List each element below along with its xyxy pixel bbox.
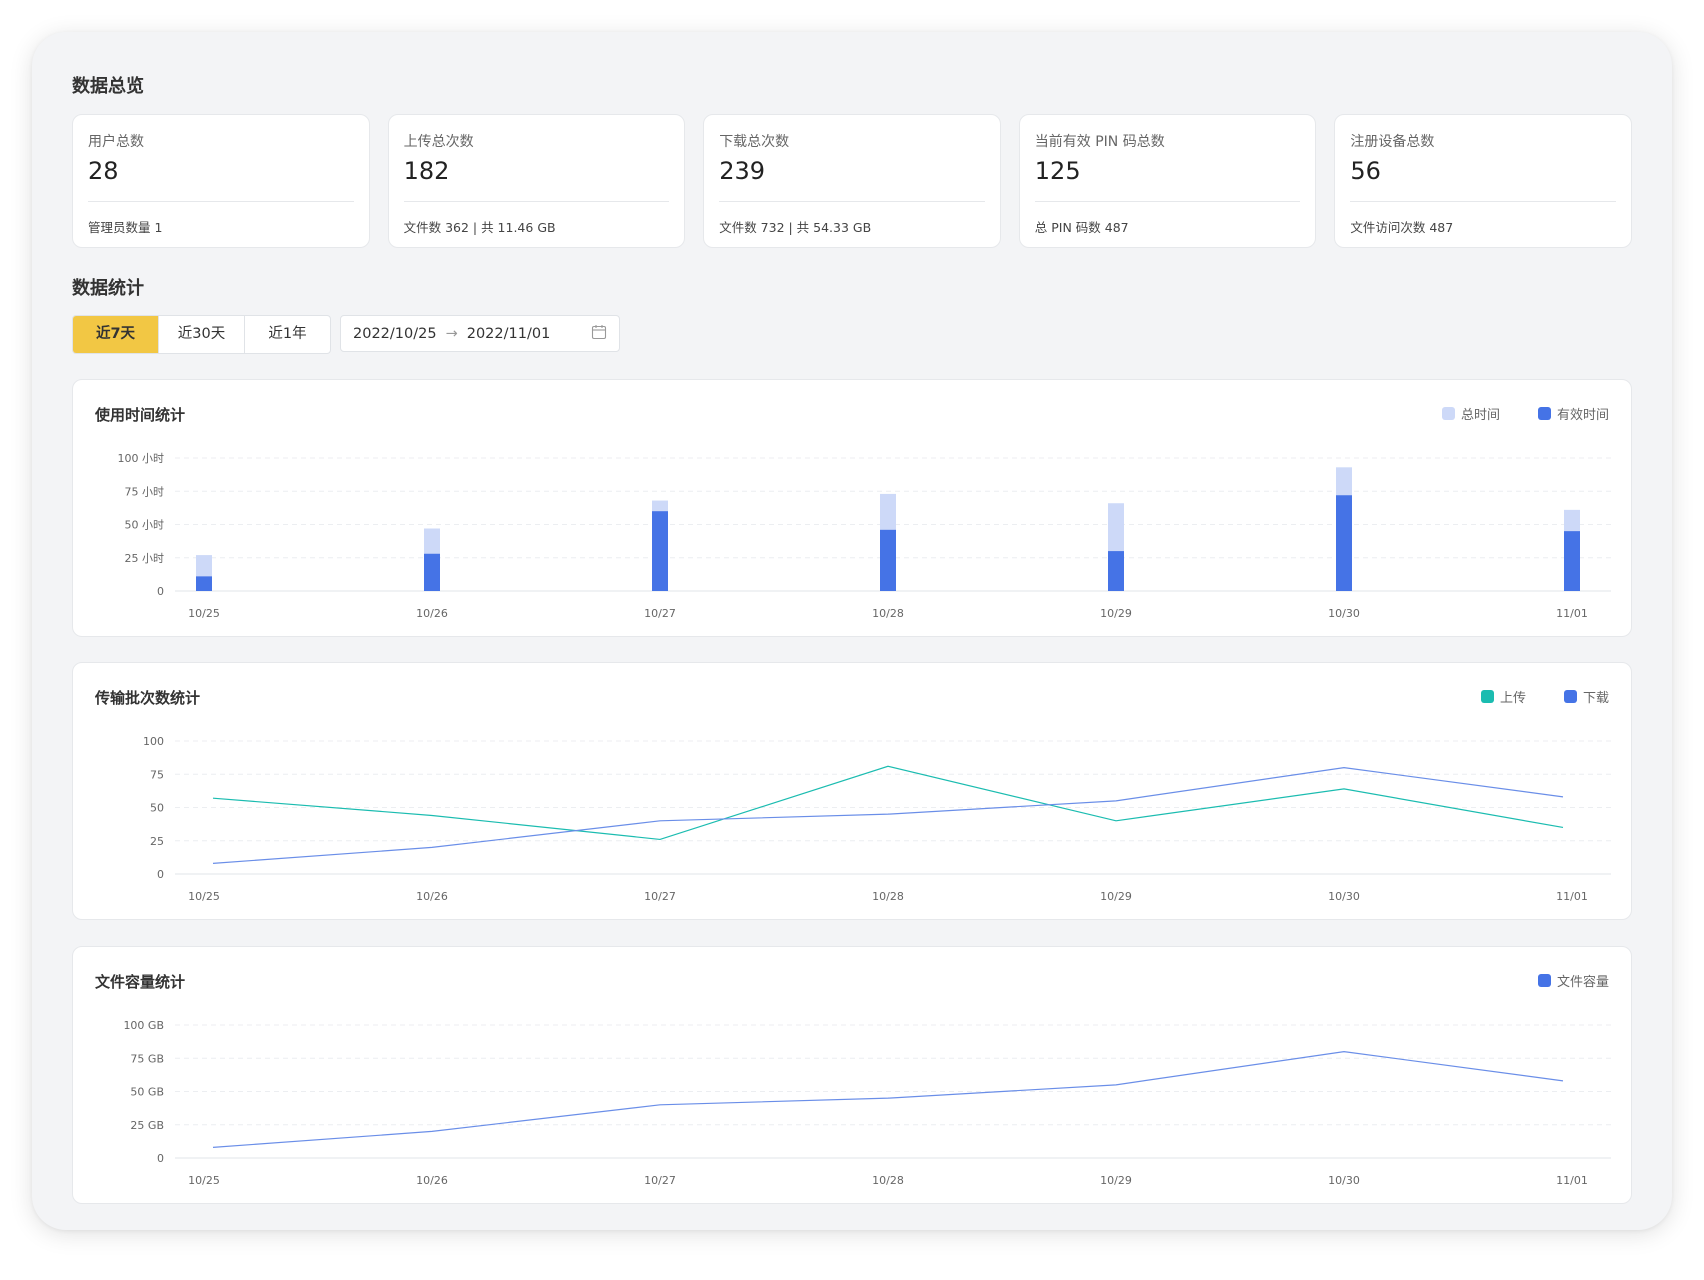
- x-tick-label: 10/30: [1328, 1174, 1360, 1187]
- y-tick-label: 75 小时: [125, 485, 165, 498]
- y-tick-label: 50 GB: [130, 1086, 164, 1099]
- y-tick-label: 0: [157, 585, 164, 598]
- divider: [719, 201, 985, 202]
- file-capacity-chart-panel: 文件容量统计 文件容量 0 25 GB 50 GB 75 GB 100 GB 10/25 1…: [72, 946, 1632, 1204]
- range-segmented-control: 近7天 近30天 近1年: [72, 315, 331, 354]
- stat-label: 用户总数: [88, 134, 144, 150]
- calendar-icon[interactable]: [591, 324, 607, 344]
- range-30-days-button[interactable]: 近30天: [159, 316, 245, 353]
- bar-effective-time[interactable]: [652, 511, 668, 591]
- stat-value: 56: [1350, 157, 1381, 185]
- bar-effective-time[interactable]: [880, 529, 896, 591]
- stat-value: 182: [403, 157, 450, 185]
- stat-footnote: 文件访问次数 487: [1350, 220, 1454, 235]
- overview-title: 数据总览: [72, 76, 144, 97]
- transfer-batch-chart-panel: 传输批次数统计 上传 下载 0 25 50 75 100 10/25 10/26 10/27 1…: [72, 662, 1632, 920]
- stat-footnote: 文件数 732 | 共 54.33 GB: [719, 220, 872, 235]
- y-tick-label: 25 GB: [130, 1119, 164, 1132]
- stat-footnote: 文件数 362 | 共 11.46 GB: [403, 220, 556, 235]
- x-tick-label: 11/01: [1556, 1174, 1588, 1187]
- date-range-picker[interactable]: 2022/10/25 → 2022/11/01: [340, 315, 620, 352]
- stat-card-devices: 注册设备总数 56 文件访问次数 487: [1334, 114, 1632, 248]
- x-tick-label: 10/25: [188, 1174, 220, 1187]
- usage-time-bar-chart: 0 25 小时 50 小时 75 小时 100 小时 10/25 10/26 10/27 10/…: [118, 452, 1611, 620]
- x-tick-label: 10/27: [644, 890, 676, 903]
- x-tick-label: 11/01: [1556, 607, 1588, 620]
- x-tick-label: 10/30: [1328, 607, 1360, 620]
- stat-card-downloads: 下载总次数 239 文件数 732 | 共 54.33 GB: [703, 114, 1001, 248]
- range-7-days-button[interactable]: 近7天: [73, 316, 159, 353]
- x-tick-label: 10/26: [416, 890, 448, 903]
- date-arrow-icon: →: [445, 325, 458, 342]
- stat-value: 239: [719, 157, 765, 185]
- series-line[interactable]: [212, 766, 1564, 864]
- transfer-batch-line-chart: 0 25 50 75 100 10/25 10/26 10/27 10/28 10/29 10/30…: [143, 735, 1611, 903]
- bar-effective-time[interactable]: [196, 576, 212, 591]
- date-end[interactable]: 2022/11/01: [467, 326, 551, 342]
- x-tick-label: 10/26: [416, 1174, 448, 1187]
- bar-effective-time[interactable]: [1108, 551, 1124, 591]
- stat-footnote: 总 PIN 码数 487: [1034, 220, 1129, 235]
- bar-effective-time[interactable]: [424, 553, 440, 591]
- y-tick-label: 100 GB: [123, 1019, 164, 1032]
- stat-label: 当前有效 PIN 码总数: [1034, 134, 1165, 150]
- date-start[interactable]: 2022/10/25: [353, 326, 437, 342]
- x-tick-label: 10/27: [644, 607, 676, 620]
- x-tick-label: 11/01: [1556, 890, 1588, 903]
- x-tick-label: 10/28: [872, 607, 904, 620]
- y-tick-label: 75: [150, 768, 164, 781]
- stat-card-users: 用户总数 28 管理员数量 1: [72, 114, 370, 248]
- x-tick-label: 10/25: [188, 890, 220, 903]
- y-tick-label: 25: [150, 835, 164, 848]
- stat-label: 下载总次数: [719, 134, 790, 150]
- stat-value: 125: [1034, 157, 1081, 185]
- y-tick-label: 0: [157, 1152, 164, 1165]
- x-tick-label: 10/29: [1100, 890, 1132, 903]
- bar-effective-time[interactable]: [1336, 495, 1352, 591]
- series-line[interactable]: [212, 765, 1564, 841]
- filter-bar: 近7天 近30天 近1年 2022/10/25 → 2022/11/01: [72, 315, 620, 354]
- divider: [88, 201, 354, 202]
- range-1-year-button[interactable]: 近1年: [245, 316, 330, 353]
- stats-title: 数据统计: [72, 278, 144, 299]
- file-capacity-line-chart: 0 25 GB 50 GB 75 GB 100 GB 10/25 10/26 10/27 10/…: [123, 1019, 1611, 1187]
- bar-effective-time[interactable]: [1564, 531, 1580, 591]
- x-tick-label: 10/29: [1100, 607, 1132, 620]
- x-tick-label: 10/28: [872, 1174, 904, 1187]
- stat-footnote: 管理员数量 1: [88, 220, 163, 235]
- x-tick-label: 10/25: [188, 607, 220, 620]
- y-tick-label: 50 小时: [125, 519, 165, 532]
- divider: [1034, 201, 1301, 202]
- y-tick-label: 50: [150, 802, 164, 815]
- divider: [1350, 201, 1616, 202]
- y-tick-label: 0: [157, 868, 164, 881]
- divider: [403, 201, 670, 202]
- usage-time-chart-panel: 使用时间统计 总时间 有效时间 0 25 小时 50 小时 75 小时 100 小时 10…: [72, 379, 1632, 637]
- y-tick-label: 100: [143, 735, 164, 748]
- x-tick-label: 10/30: [1328, 890, 1360, 903]
- x-tick-label: 10/29: [1100, 1174, 1132, 1187]
- x-tick-label: 10/26: [416, 607, 448, 620]
- stat-label: 上传总次数: [403, 134, 474, 150]
- stat-value: 28: [88, 157, 119, 185]
- stat-card-pins: 当前有效 PIN 码总数 125 总 PIN 码数 487: [1018, 114, 1317, 248]
- y-tick-label: 100 小时: [118, 452, 165, 465]
- stat-card-uploads: 上传总次数 182 文件数 362 | 共 11.46 GB: [387, 114, 686, 248]
- y-tick-label: 75 GB: [130, 1052, 164, 1065]
- series-line[interactable]: [212, 1050, 1564, 1148]
- x-tick-label: 10/28: [872, 890, 904, 903]
- y-tick-label: 25 小时: [125, 552, 165, 565]
- stat-label: 注册设备总数: [1350, 134, 1435, 150]
- x-tick-label: 10/27: [644, 1174, 676, 1187]
- overview-cards: 用户总数 28 管理员数量 1 上传总次数 182 文件数 362 | 共 11…: [72, 114, 1632, 248]
